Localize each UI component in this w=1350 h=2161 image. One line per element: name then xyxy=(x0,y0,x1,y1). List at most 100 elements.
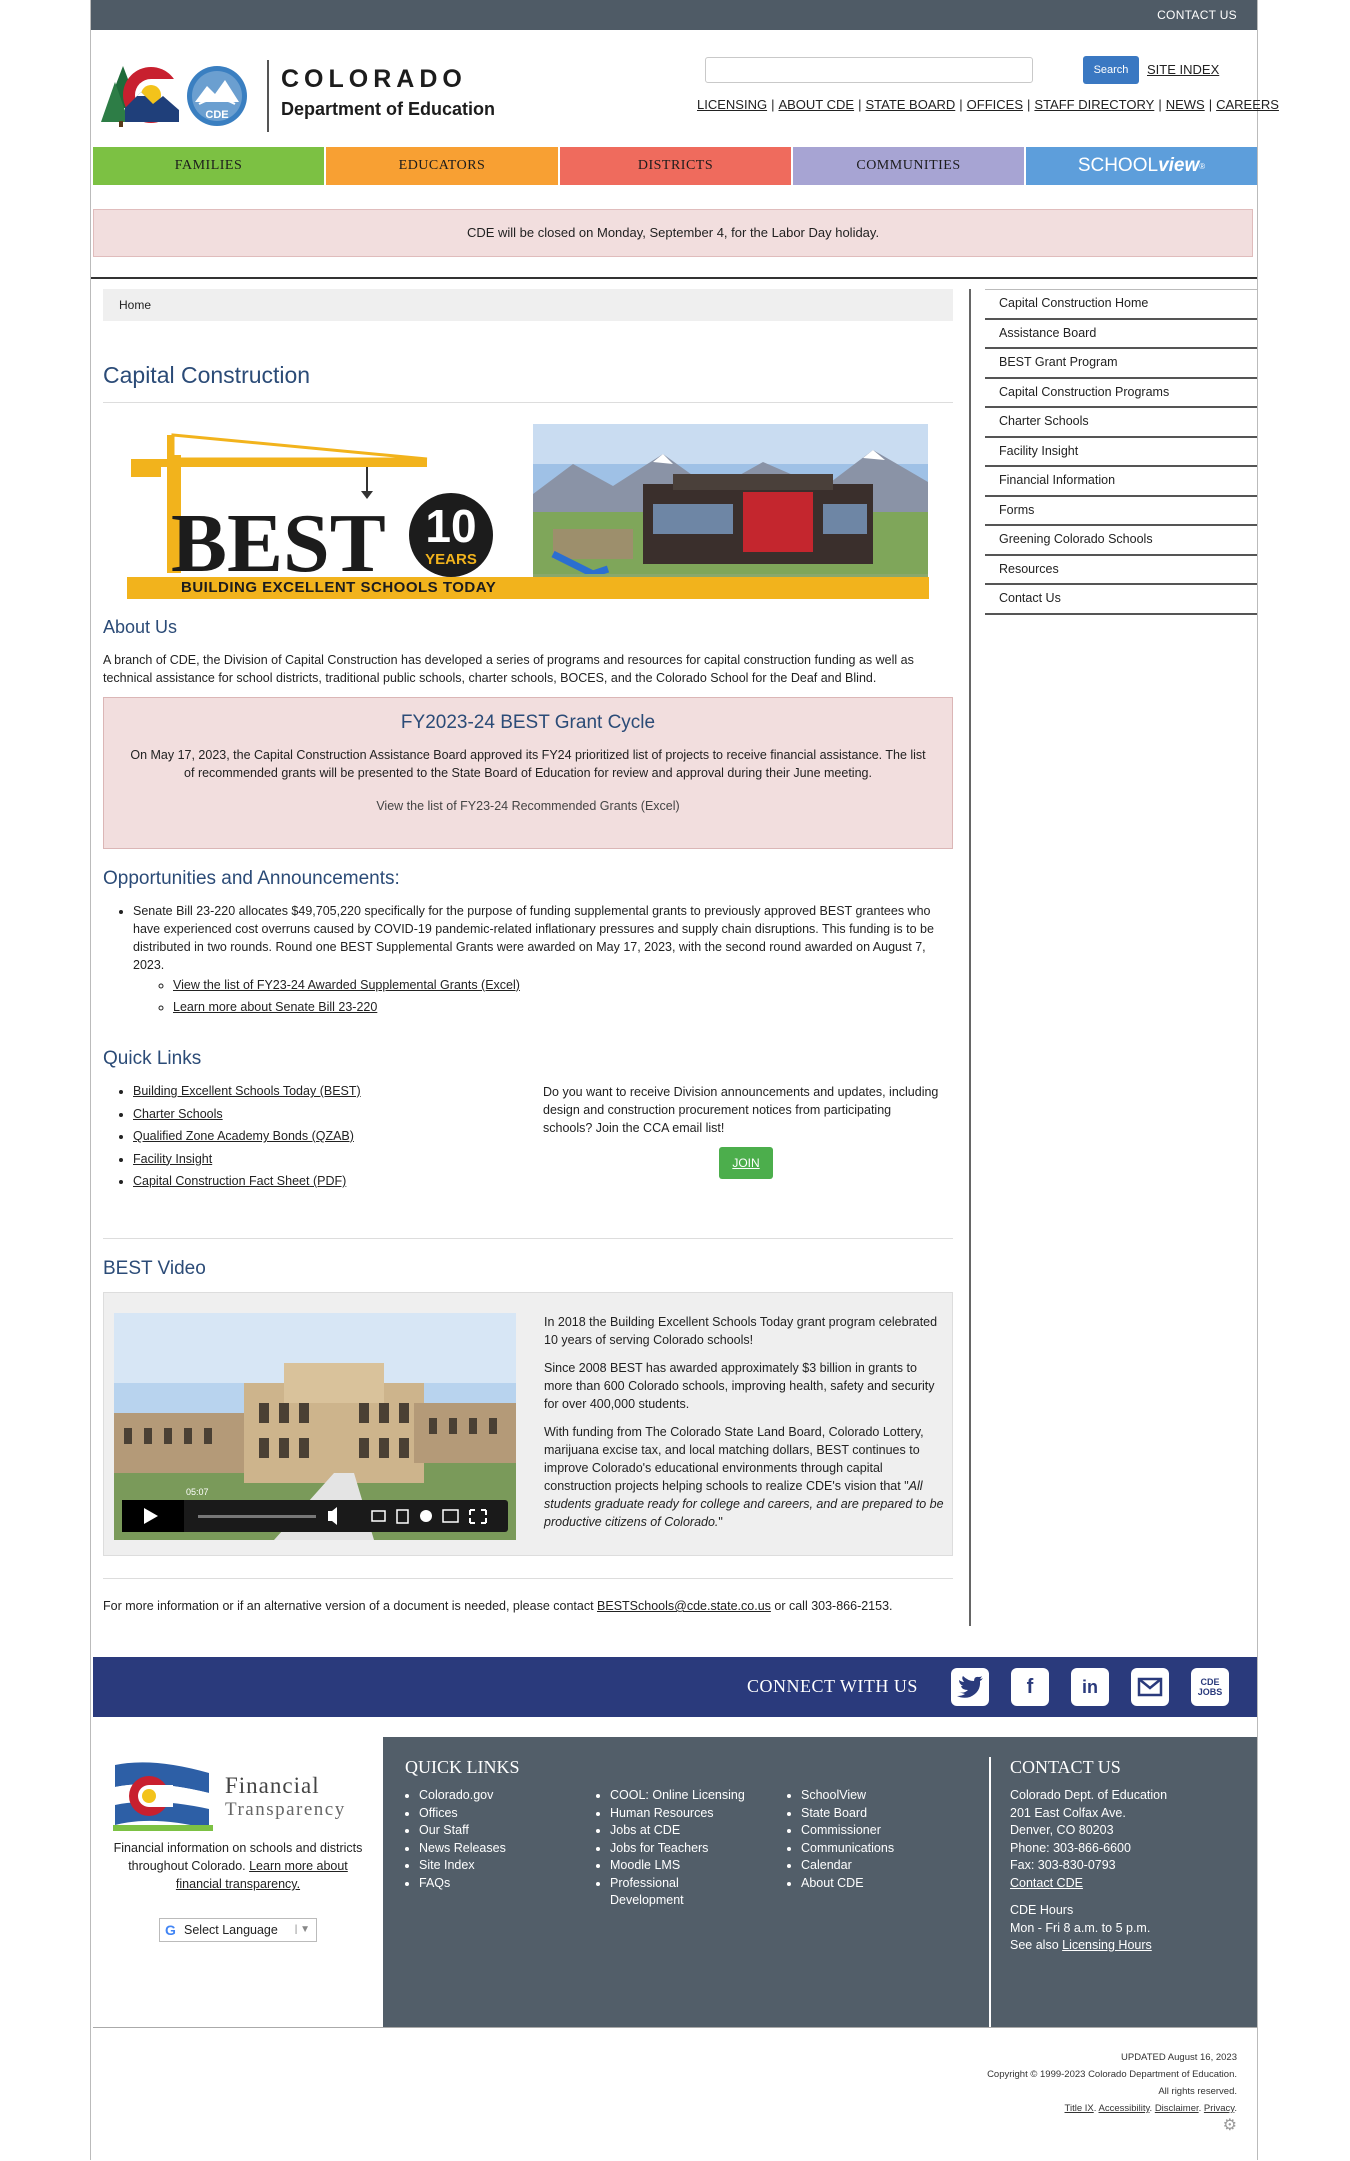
best-email-link[interactable]: BESTSchools@cde.state.co.us xyxy=(597,1599,771,1613)
list-item[interactable]: Site Index xyxy=(419,1857,585,1875)
contact-cde-link[interactable]: Contact CDE xyxy=(1010,1876,1083,1890)
settings-gear-icon[interactable] xyxy=(420,1510,432,1522)
sidebar-item-best-grant-program[interactable]: BEST Grant Program xyxy=(985,349,1257,379)
email-icon[interactable] xyxy=(1131,1668,1169,1706)
list-item[interactable]: Offices xyxy=(419,1805,585,1823)
accessibility-link[interactable]: Accessibility xyxy=(1099,2103,1150,2114)
financial-transparency-text: Financial information on schools and dis… xyxy=(113,1839,363,1893)
cde-jobs-icon[interactable]: CDE JOBS xyxy=(1191,1668,1229,1706)
site-index-link[interactable]: SITE INDEX xyxy=(1147,62,1219,77)
list-item[interactable]: Communications xyxy=(801,1840,967,1858)
util-link-staff-directory[interactable]: STAFF DIRECTORY xyxy=(1034,97,1154,112)
nav-districts[interactable]: DISTRICTS xyxy=(560,147,793,185)
grant-cycle-title: FY2023-24 BEST Grant Cycle xyxy=(400,712,656,733)
best-10-years-logo: BEST 10 YEARS xyxy=(131,433,493,590)
opportunities-heading: Opportunities and Announcements: xyxy=(103,868,400,889)
sidebar-item-forms[interactable]: Forms xyxy=(985,497,1257,526)
sidebar-item-resources[interactable]: Resources xyxy=(985,556,1257,585)
list-item[interactable]: Human Resources xyxy=(610,1805,776,1823)
util-link-state-board[interactable]: STATE BOARD xyxy=(865,97,955,112)
language-select[interactable]: G Select Language | ▼ xyxy=(159,1918,317,1942)
util-link-licensing[interactable]: LICENSING xyxy=(697,97,767,112)
recommended-grants-link[interactable]: View the list of FY23-24 Recommended Gra… xyxy=(104,799,952,813)
sidebar-item-assistance-board[interactable]: Assistance Board xyxy=(985,320,1257,349)
quick-link-charter-schools[interactable]: Charter Schools xyxy=(133,1107,223,1121)
list-item[interactable]: Jobs for Teachers xyxy=(610,1840,776,1858)
list-item: Building Excellent Schools Today (BEST) xyxy=(133,1080,523,1103)
list-item[interactable]: About CDE xyxy=(801,1875,967,1893)
financial-transparency-flag-icon[interactable] xyxy=(113,1759,213,1839)
footer-divider xyxy=(989,1757,991,2027)
financial-transparency-panel: Financial Transparency Financial informa… xyxy=(93,1737,383,2027)
sidebar-item-greening-colorado-schools[interactable]: Greening Colorado Schools xyxy=(985,526,1257,556)
twitter-icon[interactable] xyxy=(951,1668,989,1706)
list-item[interactable]: Calendar xyxy=(801,1857,967,1875)
hours-text: Mon - Fri 8 a.m. to 5 p.m. xyxy=(1010,1920,1151,1935)
title-ix-link[interactable]: Title IX xyxy=(1065,2103,1094,2114)
financial-title: Financial xyxy=(225,1773,320,1798)
awarded-supplemental-grants-link[interactable]: View the list of FY23-24 Awarded Supplem… xyxy=(173,978,520,992)
list-item[interactable]: SchoolView xyxy=(801,1787,967,1805)
list-item[interactable]: COOL: Online Licensing xyxy=(610,1787,776,1805)
quick-link-fact-sheet[interactable]: Capital Construction Fact Sheet (PDF) xyxy=(133,1174,346,1188)
sidebar-item-capital-construction-home[interactable]: Capital Construction Home xyxy=(985,289,1257,320)
holiday-alert: CDE will be closed on Monday, September … xyxy=(93,209,1253,257)
video-paragraph: Since 2008 BEST has awarded approximatel… xyxy=(544,1361,935,1411)
logo-title-colorado: COLORADO xyxy=(281,65,467,93)
list-item[interactable]: News Releases xyxy=(419,1840,585,1858)
sidebar-item-facility-insight[interactable]: Facility Insight xyxy=(985,438,1257,467)
copyright-text: Copyright © 1999-2023 Colorado Departmen… xyxy=(987,2069,1237,2080)
video-player[interactable]: 05:07 xyxy=(114,1313,516,1540)
sidebar-item-capital-construction-programs[interactable]: Capital Construction Programs xyxy=(985,379,1257,408)
quick-link-facility-insight[interactable]: Facility Insight xyxy=(133,1152,212,1166)
nav-educators[interactable]: EDUCATORS xyxy=(326,147,560,185)
video-paragraph: In 2018 the Building Excellent Schools T… xyxy=(544,1315,938,1347)
list-item[interactable]: Professional Development xyxy=(610,1875,720,1910)
list-item[interactable]: FAQs xyxy=(419,1875,585,1893)
util-link-news[interactable]: NEWS xyxy=(1166,97,1205,112)
list-item[interactable]: Moodle LMS xyxy=(610,1857,776,1875)
search-input[interactable] xyxy=(705,57,1033,83)
list-item[interactable]: Colorado.gov xyxy=(419,1787,585,1805)
sidebar-item-charter-schools[interactable]: Charter Schools xyxy=(985,408,1257,438)
footer: Financial Transparency Financial informa… xyxy=(93,1737,1257,2027)
quick-links-list: Building Excellent Schools Today (BEST) … xyxy=(103,1080,523,1193)
school-building-photo xyxy=(533,424,928,599)
footer-quick-links-heading: QUICK LINKS xyxy=(405,1757,520,1777)
facebook-icon[interactable]: f xyxy=(1011,1668,1049,1706)
list-item: Learn more about Senate Bill 23-220 xyxy=(173,998,953,1016)
best-years: YEARS xyxy=(425,551,477,568)
nav-families[interactable]: FAMILIES xyxy=(93,147,326,185)
sidebar-item-financial-information[interactable]: Financial Information xyxy=(985,467,1257,497)
quick-link-qzab[interactable]: Qualified Zone Academy Bonds (QZAB) xyxy=(133,1129,354,1143)
senate-bill-link[interactable]: Learn more about Senate Bill 23-220 xyxy=(173,1000,377,1014)
quick-link-best[interactable]: Building Excellent Schools Today (BEST) xyxy=(133,1084,361,1098)
cde-logo[interactable]: CDE COLORADO Department of Education xyxy=(101,60,501,132)
list-item[interactable]: Our Staff xyxy=(419,1822,585,1840)
list-item[interactable]: Commissioner xyxy=(801,1822,967,1840)
contact-us-link[interactable]: CONTACT US xyxy=(1157,8,1237,22)
divider xyxy=(103,1578,953,1579)
contact-line: Fax: 303-830-0793 xyxy=(1010,1858,1116,1872)
divider xyxy=(103,1238,953,1239)
join-button[interactable]: JOIN xyxy=(719,1147,773,1179)
util-link-about-cde[interactable]: ABOUT CDE xyxy=(778,97,854,112)
nav-communities[interactable]: COMMUNITIES xyxy=(793,147,1026,185)
util-link-offices[interactable]: OFFICES xyxy=(967,97,1023,112)
sidebar-divider xyxy=(969,289,971,1626)
contact-text: For more information or if an alternativ… xyxy=(103,1599,598,1613)
search-button[interactable]: Search xyxy=(1083,56,1139,84)
nav-schoolview[interactable]: SCHOOL view ® xyxy=(1026,147,1257,185)
utility-nav: LICENSING | ABOUT CDE | STATE BOARD | OFFICES |… xyxy=(697,97,1279,112)
video-box: 05:07 In 2018 the Building Excellent Sch… xyxy=(103,1292,953,1556)
list-item[interactable]: State Board xyxy=(801,1805,967,1823)
linkedin-icon[interactable]: in xyxy=(1071,1668,1109,1706)
grant-cycle-text: On May 17, 2023, the Capital Constructio… xyxy=(130,748,926,780)
util-link-careers[interactable]: CAREERS xyxy=(1216,97,1279,112)
disclaimer-link[interactable]: Disclaimer xyxy=(1155,2103,1199,2114)
list-item[interactable]: Jobs at CDE xyxy=(610,1822,776,1840)
sidebar-item-contact-us[interactable]: Contact Us xyxy=(985,585,1257,615)
licensing-hours-link[interactable]: Licensing Hours xyxy=(1062,1938,1152,1952)
breadcrumb-home[interactable]: Home xyxy=(119,298,151,312)
privacy-link[interactable]: Privacy xyxy=(1204,2103,1234,2114)
